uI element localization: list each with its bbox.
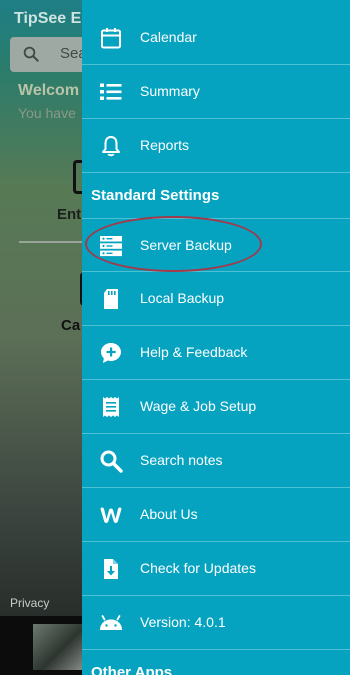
menu-item-calendar[interactable]: Calendar [82, 11, 350, 65]
bell-icon [99, 134, 123, 158]
menu-item-local-backup[interactable]: Local Backup [82, 272, 350, 326]
ad-image[interactable] [33, 624, 85, 670]
android-icon [99, 611, 123, 635]
search-icon [99, 449, 123, 473]
server-icon [99, 234, 123, 258]
menu-item-label: Help & Feedback [140, 344, 248, 360]
menu-item-label: Server Backup [140, 237, 232, 253]
menu-item-version[interactable]: Version: 4.0.1 [82, 596, 350, 650]
menu-item-search-notes[interactable]: Search notes [82, 434, 350, 488]
welcome-subtitle: You have [18, 105, 76, 121]
menu-item-label: Summary [140, 83, 200, 99]
file-download-icon [99, 557, 123, 581]
menu-item-label: About Us [140, 506, 198, 522]
calendar-icon [99, 26, 123, 50]
enter-label[interactable]: Ent [57, 206, 81, 223]
search-icon [22, 45, 40, 63]
menu-item-server-backup[interactable]: Server Backup [82, 218, 350, 272]
welcome-text: Welcom [18, 82, 80, 99]
app-title: TipSee E [14, 10, 82, 27]
list-icon [99, 80, 123, 104]
menu-item-label: Local Backup [140, 290, 225, 306]
menu-item-help-feedback[interactable]: Help & Feedback [82, 326, 350, 380]
menu-item-label: Reports [140, 137, 190, 153]
help-chat-icon [99, 341, 123, 365]
menu-item-label: Check for Updates [140, 560, 256, 576]
receipt-icon [99, 395, 123, 419]
navigation-drawer: Calendar Summary Reports Standard Settin… [82, 0, 350, 675]
sd-card-icon [99, 287, 123, 311]
menu-item-summary[interactable]: Summary [82, 65, 350, 119]
menu-item-label: Search notes [140, 452, 223, 468]
divider [19, 241, 89, 243]
menu-item-label: Version: 4.0.1 [140, 614, 226, 630]
weebly-icon [99, 503, 123, 527]
menu-item-check-updates[interactable]: Check for Updates [82, 542, 350, 596]
menu-item-about-us[interactable]: About Us [82, 488, 350, 542]
menu-item-wage-job-setup[interactable]: Wage & Job Setup [82, 380, 350, 434]
section-header-standard-settings: Standard Settings [91, 187, 220, 204]
menu-item-label: Wage & Job Setup [140, 398, 257, 414]
privacy-link[interactable]: Privacy [10, 596, 49, 610]
menu-item-reports[interactable]: Reports [82, 119, 350, 173]
menu-item-label: Calendar [140, 29, 197, 45]
calendar-tile-label[interactable]: Ca [61, 317, 80, 334]
section-header-other-apps: Other Apps [91, 664, 173, 675]
